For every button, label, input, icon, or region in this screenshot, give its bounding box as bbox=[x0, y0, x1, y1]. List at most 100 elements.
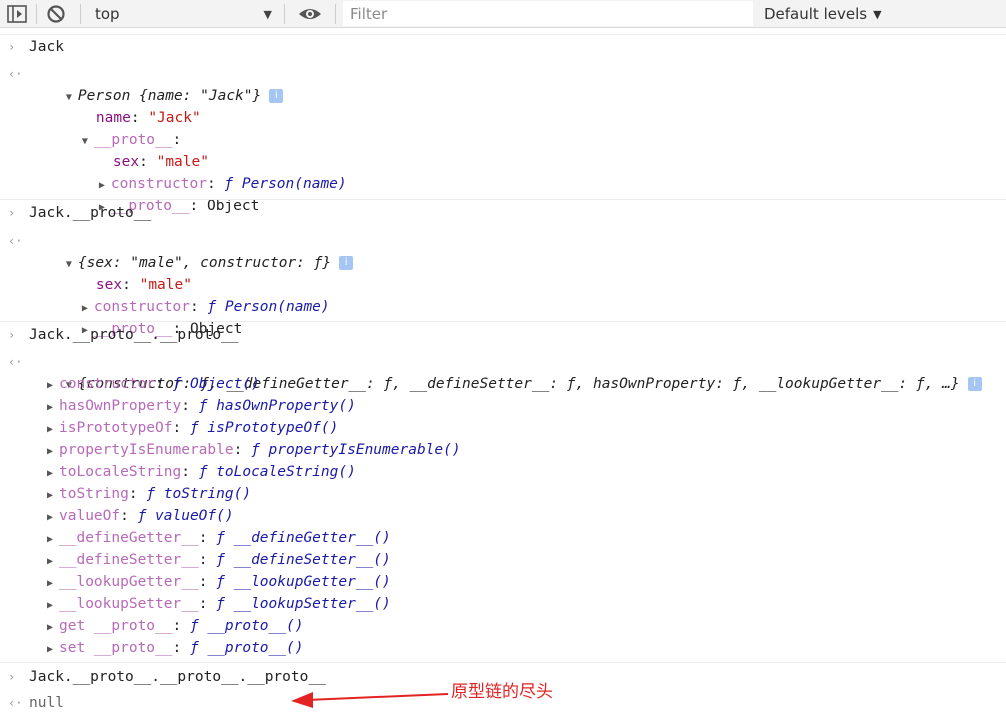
collapsed-triangle-icon[interactable]: ▶ bbox=[47, 375, 59, 397]
prompt-icon: › bbox=[8, 40, 16, 54]
collapsed-triangle-icon[interactable]: ▶ bbox=[47, 507, 59, 529]
annotation-arrow bbox=[291, 692, 449, 708]
property-value: ƒ toString() bbox=[146, 486, 252, 502]
property-row[interactable]: ▶ toString: ƒ toString() bbox=[47, 483, 251, 505]
info-icon[interactable]: i bbox=[339, 256, 354, 270]
chevron-down-icon: ▼ bbox=[263, 8, 272, 21]
property-value: ƒ __proto__() bbox=[189, 640, 304, 656]
property-row[interactable]: ▶ __defineSetter__: ƒ __defineSetter__() bbox=[47, 549, 391, 571]
property-row: name: "Jack" bbox=[95, 110, 201, 126]
property-value: ƒ __defineSetter__() bbox=[216, 552, 391, 568]
property-key: valueOf bbox=[59, 508, 121, 524]
collapsed-triangle-icon[interactable]: ▶ bbox=[47, 441, 59, 463]
property-value: ƒ toLocaleString() bbox=[198, 464, 356, 480]
property-row[interactable]: ▶ __lookupGetter__: ƒ __lookupGetter__() bbox=[47, 571, 391, 593]
collapsed-triangle-icon[interactable]: ▶ bbox=[47, 463, 59, 485]
collapsed-triangle-icon[interactable]: ▶ bbox=[47, 485, 59, 507]
console-entry: › Jack ‹· ▼ Person {name: "Jack"} i name: … bbox=[0, 34, 1006, 214]
collapsed-triangle-icon[interactable]: ▶ bbox=[47, 639, 59, 661]
log-levels-dropdown[interactable]: Default levels ▼ bbox=[764, 2, 882, 26]
result-icon: ‹· bbox=[8, 696, 23, 710]
property-value: ƒ isPrototypeOf() bbox=[189, 420, 339, 436]
sidebar-toggle-icon[interactable] bbox=[6, 0, 28, 28]
property-value: ƒ __lookupSetter__() bbox=[216, 596, 391, 612]
property-row[interactable]: ▶ propertyIsEnumerable: ƒ propertyIsEnume… bbox=[47, 439, 461, 461]
property-value: ƒ valueOf() bbox=[137, 508, 234, 524]
chevron-down-icon: ▼ bbox=[873, 7, 882, 21]
toolbar-divider bbox=[284, 4, 285, 24]
property-row[interactable]: ▶ get __proto__: ƒ __proto__() bbox=[47, 615, 303, 637]
collapsed-triangle-icon[interactable]: ▶ bbox=[47, 617, 59, 639]
result-icon: ‹· bbox=[8, 67, 23, 81]
console-toolbar: top ▼ Default levels ▼ bbox=[0, 0, 1006, 28]
property-row[interactable]: ▶ hasOwnProperty: ƒ hasOwnProperty() bbox=[47, 395, 356, 417]
console-entry: › Jack.__proto__.__proto__ ‹· ▼ {construc… bbox=[0, 321, 1006, 662]
property-row[interactable]: ▶ __proto__: Object bbox=[64, 173, 259, 214]
console-result: null bbox=[29, 695, 64, 711]
collapsed-triangle-icon[interactable]: ▶ bbox=[47, 573, 59, 595]
console-input: Jack.__proto__.__proto__.__proto__ bbox=[29, 669, 326, 685]
collapsed-triangle-icon[interactable]: ▶ bbox=[47, 419, 59, 441]
clear-console-svg bbox=[47, 5, 65, 23]
filter-input[interactable] bbox=[343, 1, 753, 26]
property-row[interactable]: ▶ __proto__: Object bbox=[47, 296, 242, 337]
object-summary[interactable]: ▼ {sex: "male", constructor: ƒ} i bbox=[31, 230, 354, 271]
property-key: __lookupSetter__ bbox=[59, 596, 199, 612]
property-row[interactable]: ▶ __defineGetter__: ƒ __defineGetter__() bbox=[47, 527, 391, 549]
property-value: ƒ __proto__() bbox=[189, 618, 304, 634]
clear-console-icon[interactable] bbox=[45, 0, 67, 28]
property-key: toString bbox=[59, 486, 129, 502]
property-row[interactable]: ▶ isPrototypeOf: ƒ isPrototypeOf() bbox=[47, 417, 338, 439]
property-key: toLocaleString bbox=[59, 464, 182, 480]
property-row[interactable]: ▶ toLocaleString: ƒ toLocaleString() bbox=[47, 461, 356, 483]
result-icon: ‹· bbox=[8, 355, 23, 369]
property-key: propertyIsEnumerable bbox=[59, 442, 234, 458]
prompt-icon: › bbox=[8, 328, 16, 342]
prompt-icon: › bbox=[8, 206, 16, 220]
result-icon: ‹· bbox=[8, 234, 23, 248]
property-value: ƒ propertyIsEnumerable() bbox=[251, 442, 461, 458]
property-row[interactable]: ▶ constructor: ƒ Object() bbox=[47, 373, 260, 395]
eye-icon[interactable] bbox=[297, 0, 323, 28]
toolbar-divider bbox=[80, 4, 81, 24]
property-key: set __proto__ bbox=[59, 640, 173, 656]
context-value: top bbox=[95, 5, 120, 23]
toolbar-divider bbox=[36, 4, 37, 24]
property-row[interactable]: ▶ valueOf: ƒ valueOf() bbox=[47, 505, 234, 527]
property-key: __defineSetter__ bbox=[59, 552, 199, 568]
property-value: ƒ hasOwnProperty() bbox=[198, 398, 356, 414]
property-key: constructor bbox=[59, 376, 156, 392]
console-input: Jack.__proto__ bbox=[29, 205, 152, 221]
property-row: sex: "male" bbox=[95, 277, 192, 293]
property-value: ƒ __lookupGetter__() bbox=[216, 574, 391, 590]
console-input: Jack.__proto__.__proto__ bbox=[29, 327, 239, 343]
context-selector[interactable]: top ▼ bbox=[88, 2, 278, 26]
prompt-icon: › bbox=[8, 670, 16, 684]
property-key: __lookupGetter__ bbox=[59, 574, 199, 590]
property-row[interactable]: ▶ __lookupSetter__: ƒ __lookupSetter__() bbox=[47, 593, 391, 615]
eye-svg bbox=[299, 9, 321, 19]
sidebar-toggle-svg bbox=[7, 5, 27, 23]
property-row[interactable]: ▶ constructor: ƒ Person(name) bbox=[47, 274, 330, 315]
property-row: sex: "male" bbox=[112, 154, 209, 170]
console-entry: › Jack.__proto__ ‹· ▼ {sex: "male", const… bbox=[0, 199, 1006, 337]
property-row[interactable]: ▶ set __proto__: ƒ __proto__() bbox=[47, 637, 303, 659]
collapsed-triangle-icon[interactable]: ▶ bbox=[47, 551, 59, 573]
collapsed-triangle-icon[interactable]: ▶ bbox=[47, 529, 59, 551]
property-row[interactable]: ▼ __proto__: bbox=[47, 107, 181, 148]
property-key: get __proto__ bbox=[59, 618, 173, 634]
collapsed-triangle-icon[interactable]: ▶ bbox=[47, 595, 59, 617]
info-icon[interactable]: i bbox=[967, 377, 982, 391]
property-value: ƒ Object() bbox=[172, 376, 260, 392]
console-input: Jack bbox=[29, 39, 64, 55]
property-key: __defineGetter__ bbox=[59, 530, 199, 546]
property-key: hasOwnProperty bbox=[59, 398, 182, 414]
object-summary[interactable]: ▼ Person {name: "Jack"} i bbox=[31, 63, 284, 104]
object-summary[interactable]: ▼ {constructor: ƒ, __defineGetter__: ƒ, _… bbox=[31, 351, 982, 392]
log-levels-label: Default levels bbox=[764, 5, 868, 23]
property-value: ƒ __defineGetter__() bbox=[216, 530, 391, 546]
info-icon[interactable]: i bbox=[269, 89, 284, 103]
toolbar-divider bbox=[335, 4, 336, 24]
property-row[interactable]: ▶ constructor: ƒ Person(name) bbox=[64, 151, 347, 192]
collapsed-triangle-icon[interactable]: ▶ bbox=[47, 397, 59, 419]
